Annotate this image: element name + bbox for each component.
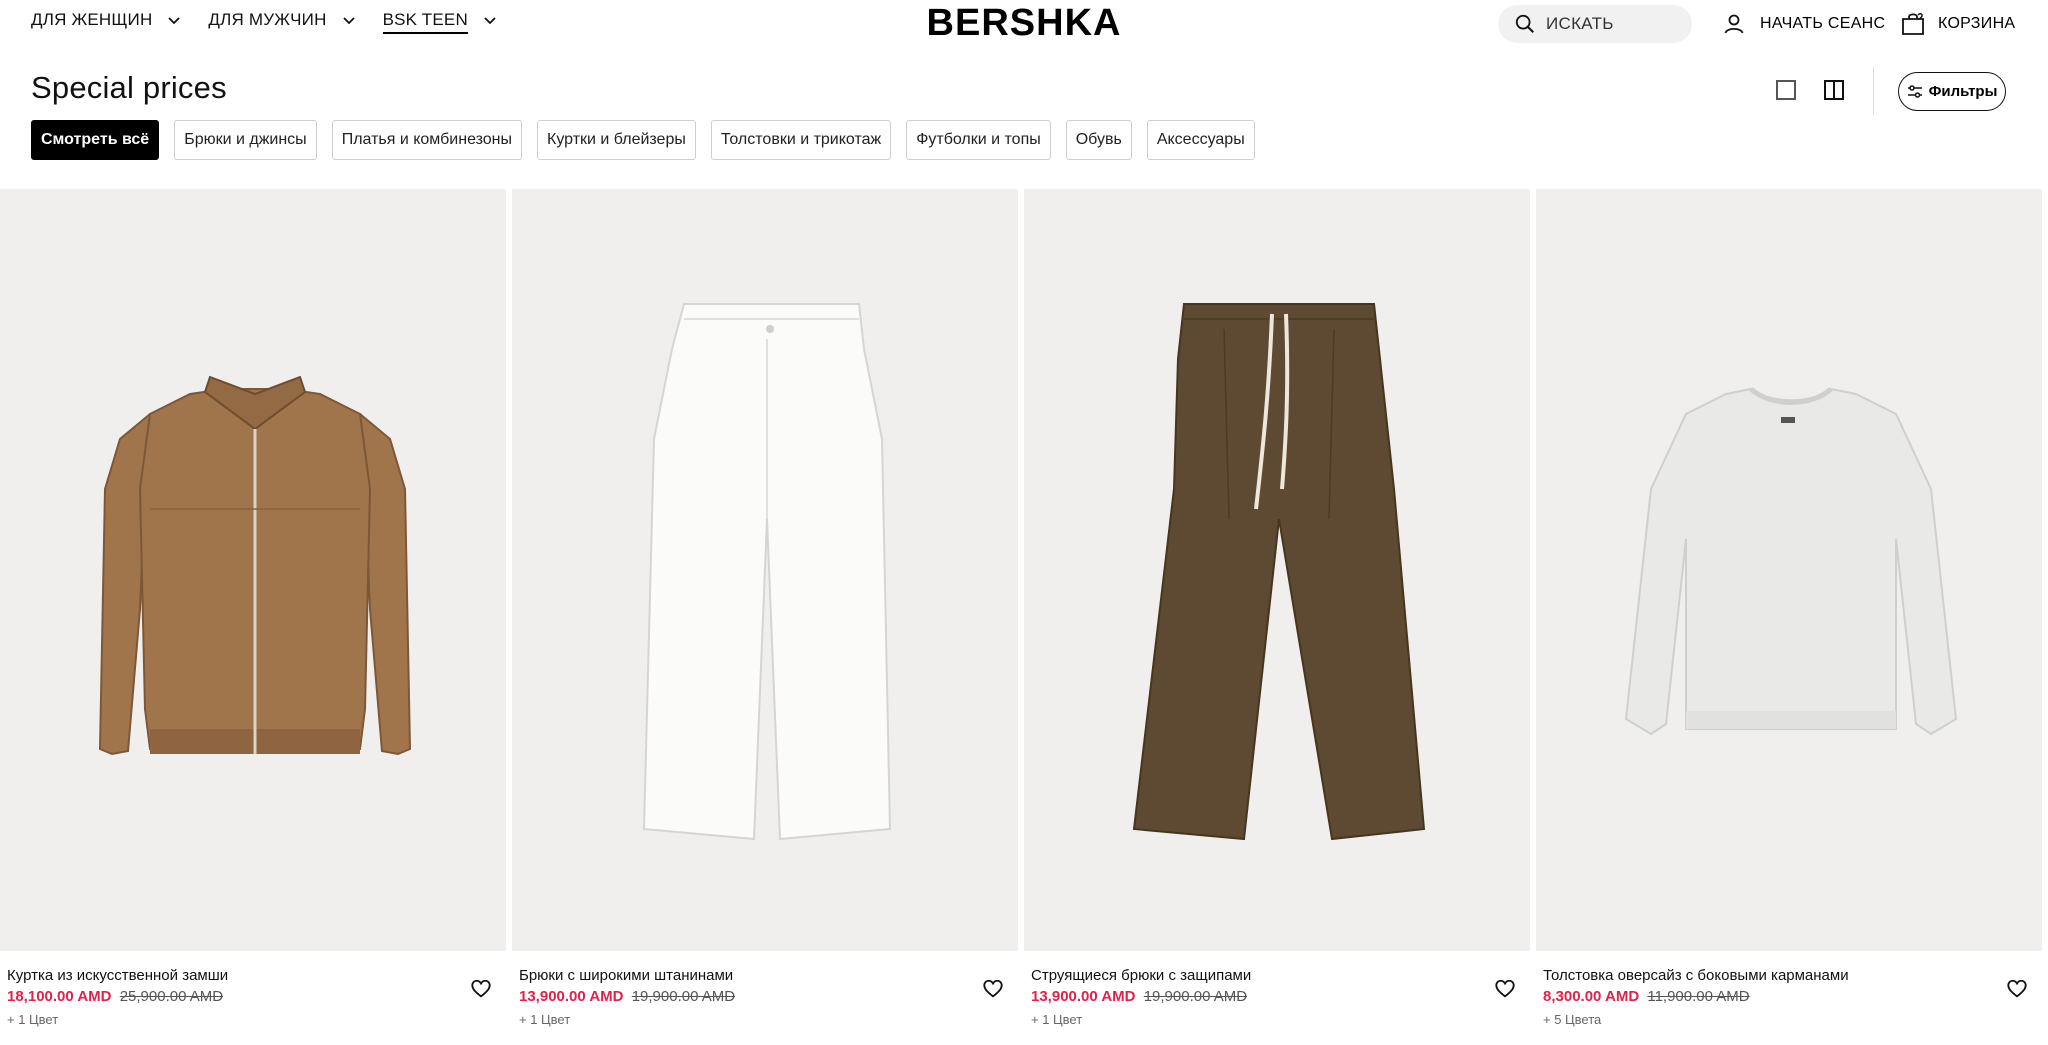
cart-button[interactable]: КОРЗИНА [1900,9,2015,39]
chip-view-all[interactable]: Смотреть всё [31,120,160,160]
brown-trousers-image [1132,303,1426,841]
color-count: + 1 Цвет [519,1012,571,1027]
sale-price: 18,100.00 AMD [7,988,112,1005]
search-label: ИСКАТЬ [1546,14,1614,33]
user-icon [1724,14,1744,34]
original-price: 19,900.00 AMD [1143,988,1248,1005]
product-image[interactable] [1024,189,1530,951]
bag-icon [1902,13,1924,35]
nav-women[interactable]: ДЛЯ ЖЕНЩИН [31,6,182,34]
sweatshirt-image [1624,387,1958,736]
nav-bsk-teen[interactable]: BSK TEEN [382,6,498,34]
product-prices: 18,100.00 AMD 25,900.00 AMD [7,988,223,1005]
color-count: + 1 Цвет [1031,1012,1083,1027]
site-header: ДЛЯ ЖЕНЩИН ДЛЯ МУЖЧИН BSK TEEN BERSHKA И… [0,0,2048,48]
color-count: + 1 Цвет [7,1012,59,1027]
product-prices: 8,300.00 AMD 11,900.00 AMD [1543,988,1750,1005]
filters-button[interactable]: Фильтры [1898,72,2006,111]
search-icon [1515,14,1534,33]
product-card: Куртка из искусственной замши 18,100.00 … [0,189,506,1045]
original-price: 19,900.00 AMD [631,988,736,1005]
heart-icon[interactable] [470,978,492,1000]
product-name[interactable]: Толстовка оверсайз с боковыми карманами [1543,967,1849,984]
heart-icon[interactable] [2006,978,2028,1000]
chevron-down-icon [342,17,355,25]
product-card: Толстовка оверсайз с боковыми карманами … [1536,189,2042,1045]
product-card: Струящиеся брюки с защипами 13,900.00 AM… [1024,189,1530,1045]
product-card: Брюки с широкими штанинами 13,900.00 AMD… [512,189,1018,1045]
login-button[interactable]: НАЧАТЬ СЕАНС [1722,9,1885,39]
page-title: Special prices [31,70,227,105]
chip-jackets-blazers[interactable]: Куртки и блейзеры [537,120,696,160]
main-nav: ДЛЯ ЖЕНЩИН ДЛЯ МУЖЧИН BSK TEEN [31,6,524,34]
sale-price: 8,300.00 AMD [1543,988,1640,1005]
nav-men-label: ДЛЯ МУЖЧИН [208,10,327,29]
chip-trousers-jeans[interactable]: Брюки и джинсы [174,120,317,160]
sale-price: 13,900.00 AMD [519,988,624,1005]
filter-sliders-icon [1907,84,1922,98]
nav-men[interactable]: ДЛЯ МУЖЧИН [208,6,356,34]
product-image[interactable] [0,189,506,951]
product-name[interactable]: Струящиеся брюки с защипами [1031,967,1251,984]
white-trousers-image [642,303,892,841]
product-grid: Куртка из искусственной замши 18,100.00 … [0,189,2048,1045]
bershka-logo[interactable]: BERSHKA [924,0,1124,46]
divider [1873,67,1874,115]
color-count: + 5 Цвета [1543,1012,1602,1027]
chevron-down-icon [484,17,496,25]
chip-shoes[interactable]: Обувь [1065,120,1132,160]
product-name[interactable]: Брюки с широкими штанинами [519,967,733,984]
category-chips: Смотреть всё Брюки и джинсы Платья и ком… [31,120,1270,160]
chip-accessories[interactable]: Аксессуары [1146,120,1255,160]
chip-dresses-jumpsuits[interactable]: Платья и комбинезоны [331,120,522,160]
chevron-down-icon [168,17,181,25]
sale-price: 13,900.00 AMD [1031,988,1136,1005]
view-two-columns-icon[interactable] [1824,80,1844,100]
chip-tshirts-tops[interactable]: Футболки и топы [906,120,1051,160]
product-image[interactable] [1536,189,2042,951]
search-box[interactable]: ИСКАТЬ [1498,5,1692,43]
heart-icon[interactable] [1494,978,1516,1000]
login-label: НАЧАТЬ СЕАНС [1760,15,1886,32]
view-single-column-icon[interactable] [1776,80,1796,100]
jacket-image [98,375,412,756]
cart-label: КОРЗИНА [1938,15,2016,32]
product-name[interactable]: Куртка из искусственной замши [7,967,228,984]
product-prices: 13,900.00 AMD 19,900.00 AMD [1031,988,1247,1005]
chip-sweatshirts-knitwear[interactable]: Толстовки и трикотаж [710,120,892,160]
product-prices: 13,900.00 AMD 19,900.00 AMD [519,988,735,1005]
original-price: 11,900.00 AMD [1647,988,1750,1005]
product-image[interactable] [512,189,1018,951]
original-price: 25,900.00 AMD [119,988,224,1005]
nav-bsk-teen-label: BSK TEEN [382,10,468,34]
filters-label: Фильтры [1928,83,1998,100]
nav-women-label: ДЛЯ ЖЕНЩИН [31,10,153,29]
heart-icon[interactable] [982,978,1004,1000]
